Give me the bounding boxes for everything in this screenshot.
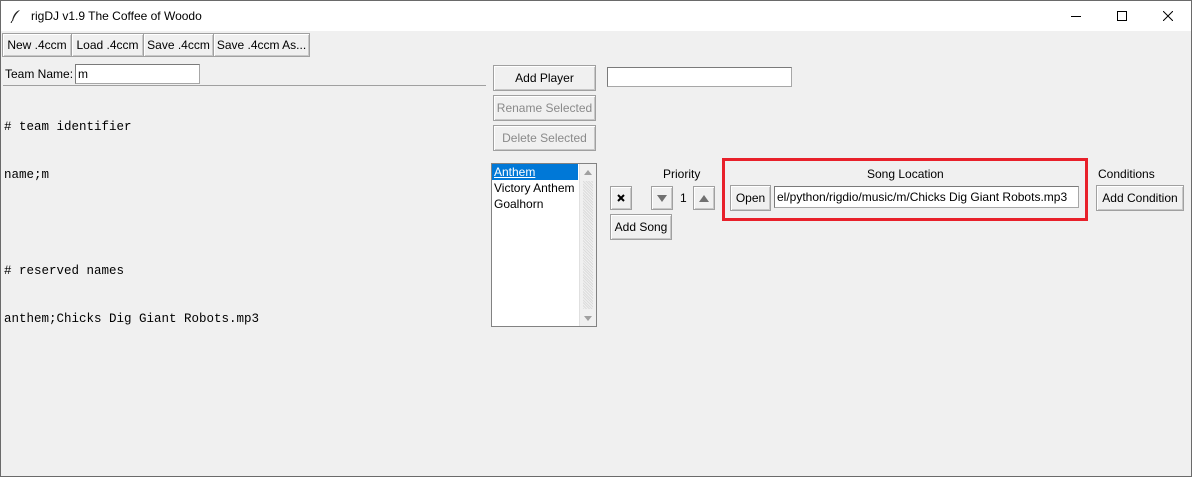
song-location-highlight — [722, 158, 1088, 221]
editor-line: name;m — [4, 168, 50, 182]
rename-selected-button[interactable]: Rename Selected — [493, 95, 596, 121]
load-file-button[interactable]: Load .4ccm — [71, 33, 144, 57]
minimize-icon[interactable] — [1053, 1, 1099, 31]
scroll-down-icon[interactable] — [580, 310, 596, 326]
player-name-input[interactable] — [607, 67, 792, 87]
add-player-button[interactable]: Add Player — [493, 65, 596, 91]
editor-line: # team identifier — [4, 120, 132, 134]
add-condition-button[interactable]: Add Condition — [1096, 185, 1184, 211]
title-bar[interactable]: rigDJ v1.9 The Coffee of Woodo — [1, 1, 1191, 31]
remove-song-button[interactable] — [610, 186, 632, 210]
priority-up-button[interactable] — [693, 186, 715, 210]
add-song-button[interactable]: Add Song — [610, 214, 672, 240]
list-item-goalhorn[interactable]: Goalhorn — [492, 196, 578, 212]
new-file-button[interactable]: New .4ccm — [2, 33, 72, 57]
priority-header: Priority — [663, 167, 701, 181]
editor-line: # reserved names — [4, 264, 125, 278]
list-item-anthem[interactable]: Anthem — [492, 164, 578, 180]
scroll-track[interactable] — [583, 181, 593, 309]
priority-value: 1 — [680, 191, 687, 205]
scroll-up-icon[interactable] — [580, 164, 596, 180]
list-item-victory-anthem[interactable]: Victory Anthem — [492, 180, 578, 196]
arrow-up-icon — [699, 194, 709, 202]
close-icon[interactable] — [1145, 1, 1191, 31]
save-file-button[interactable]: Save .4ccm — [143, 33, 214, 57]
maximize-icon[interactable] — [1099, 1, 1145, 31]
listbox-scrollbar[interactable] — [579, 164, 596, 326]
app-window: rigDJ v1.9 The Coffee of Woodo New .4ccm… — [0, 0, 1192, 477]
window-title: rigDJ v1.9 The Coffee of Woodo — [31, 9, 202, 23]
feather-icon — [10, 9, 22, 24]
delete-selected-button[interactable]: Delete Selected — [493, 125, 596, 151]
editor-line: anthem;Chicks Dig Giant Robots.mp3 — [4, 312, 260, 326]
arrow-down-icon — [657, 194, 667, 202]
conditions-header: Conditions — [1098, 167, 1155, 181]
player-listbox[interactable]: Anthem Victory Anthem Goalhorn — [491, 163, 597, 327]
x-icon — [617, 194, 625, 202]
priority-down-button[interactable] — [651, 186, 673, 210]
team-name-label: Team Name: — [5, 67, 74, 81]
config-text-editor[interactable]: # team identifier name;m # reserved name… — [3, 85, 486, 471]
team-name-input[interactable]: m — [75, 64, 200, 84]
save-as-button[interactable]: Save .4ccm As... — [213, 33, 310, 57]
